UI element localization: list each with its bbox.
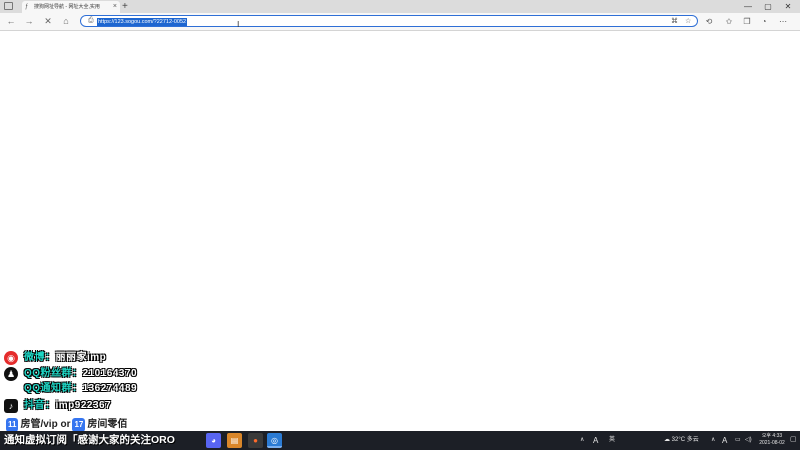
page-info-icon[interactable]: ⎙ bbox=[88, 17, 94, 25]
favorites-icon[interactable]: ✩ bbox=[722, 13, 736, 30]
browser-tab-active[interactable]: ƒ 搜狗网址导航 - 网址大全,实用 × bbox=[22, 1, 120, 13]
more-menu-icon[interactable]: ⋯ bbox=[776, 13, 790, 30]
stream-marquee-text: 通知虚拟订阅「感谢大家的关注ORO bbox=[4, 434, 175, 446]
weibo-icon: ◉ bbox=[4, 351, 18, 365]
tab-favicon-icon: ƒ bbox=[25, 4, 29, 10]
qq-fan-text: QQ粉丝群：210164370 bbox=[24, 368, 138, 379]
tab-strip: ƒ 搜狗网址导航 - 网址大全,实用 × + — ▢ ✕ bbox=[0, 0, 800, 13]
address-url-text[interactable]: https://123.sogou.com/?22712-0052 bbox=[97, 17, 188, 26]
maximize-button[interactable]: ▢ bbox=[758, 0, 778, 13]
tray-ime-a[interactable]: A bbox=[593, 431, 598, 450]
qq-penguin-icon: ♟ bbox=[4, 367, 18, 381]
tray-up-arrow-icon[interactable]: ∧ bbox=[711, 431, 715, 450]
taskbar: 通知虚拟订阅「感谢大家的关注ORO ◕ ▤ ● ◎ ∧ A 英 ☁ 32°C 多… bbox=[0, 431, 800, 450]
profile-icon[interactable]: ◔ bbox=[757, 13, 771, 30]
close-window-button[interactable]: ✕ bbox=[778, 0, 798, 13]
favorite-star-icon[interactable]: ☆ bbox=[685, 16, 691, 27]
clock-date: 2021-08-02 bbox=[759, 440, 785, 446]
window-menu-icon[interactable] bbox=[4, 2, 13, 10]
discord-app-icon[interactable]: ◕ bbox=[206, 433, 221, 448]
weather-widget[interactable]: ☁ 32°C 多云 bbox=[664, 431, 699, 450]
tray-ime-lang[interactable]: 英 bbox=[609, 431, 615, 450]
stop-loading-icon[interactable]: ✕ bbox=[41, 13, 55, 30]
extensions-icon[interactable]: ⟲ bbox=[702, 13, 716, 30]
notification-icon[interactable]: ▢ bbox=[790, 435, 798, 445]
weibo-text: 微博：丽丽家imp bbox=[24, 352, 107, 363]
clock-time: 오후 4:33 bbox=[761, 433, 783, 439]
douyin-text: 抖音：imp922367 bbox=[24, 400, 112, 411]
edge-browser-app-icon[interactable]: ◎ bbox=[267, 433, 282, 448]
tray-a-icon[interactable]: A bbox=[722, 431, 727, 450]
back-arrow-icon[interactable]: ← bbox=[4, 13, 18, 30]
address-bar[interactable]: ⎙ https://123.sogou.com/?22712-0052 ⌘ ☆ bbox=[80, 15, 698, 27]
folder-app-icon[interactable]: ▤ bbox=[227, 433, 242, 448]
browser-toolbar: ← → ✕ ⌂ ⎙ https://123.sogou.com/?22712-0… bbox=[0, 13, 800, 31]
minimize-button[interactable]: — bbox=[738, 0, 758, 13]
obs-app-icon[interactable]: ● bbox=[248, 433, 263, 448]
douyin-icon: ♪ bbox=[4, 399, 18, 413]
forward-arrow-icon[interactable]: → bbox=[22, 13, 36, 30]
network-icon[interactable]: ▭ bbox=[735, 431, 741, 450]
tab-close-button[interactable]: × bbox=[113, 1, 117, 13]
tab-title: 搜狗网址导航 - 网址大全,实用 bbox=[34, 4, 100, 10]
gift-badge-1: 11 bbox=[6, 418, 19, 432]
collections-icon[interactable]: ❐ bbox=[740, 13, 754, 30]
qq-notice-text: QQ通知群：136274489 bbox=[24, 383, 138, 394]
weather-cloud-icon: ☁ bbox=[664, 437, 670, 443]
text-cursor-icon: Ⅰ bbox=[237, 20, 240, 29]
tray-expand-icon[interactable]: ∧ bbox=[580, 431, 584, 450]
read-aloud-icon[interactable]: ⌘ bbox=[671, 16, 678, 27]
gift-info-line: 11 房管/vip or 17 房间零佰 bbox=[6, 418, 128, 432]
gift-badge-2: 17 bbox=[72, 418, 86, 432]
home-icon[interactable]: ⌂ bbox=[59, 13, 73, 30]
system-clock[interactable]: 오후 4:33 2021-08-02 bbox=[757, 433, 787, 447]
new-tab-button[interactable]: + bbox=[122, 0, 128, 13]
volume-icon[interactable]: ◁) bbox=[745, 431, 752, 450]
